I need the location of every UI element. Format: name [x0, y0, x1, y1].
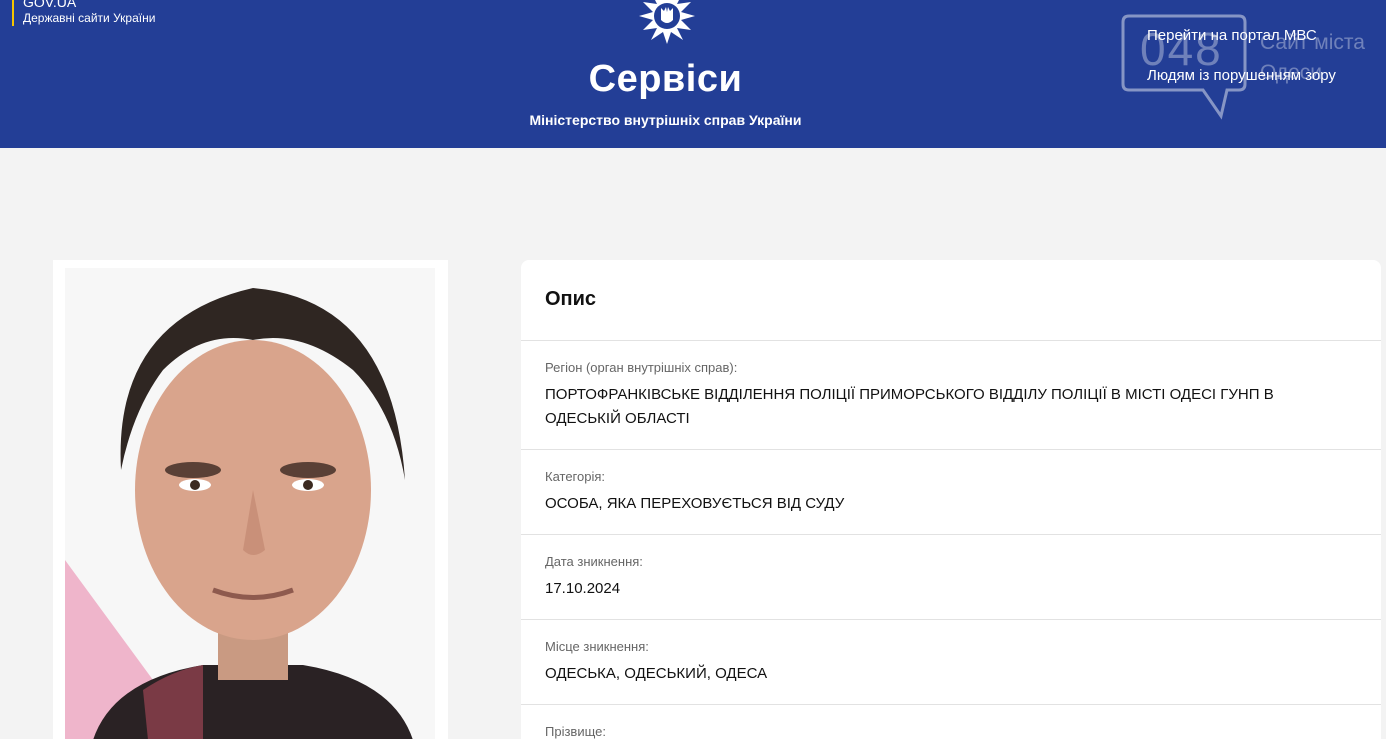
gov-ua-subtitle[interactable]: Державні сайти України [23, 10, 155, 26]
field-region: Регіон (орган внутрішніх справ): ПОРТОФР… [521, 341, 1381, 450]
gov-ua-title[interactable]: GOV.UA [23, 0, 155, 10]
person-photo [53, 260, 448, 739]
field-label: Категорія: [545, 469, 606, 484]
field-disappearance-date: Дата зникнення: 17.10.2024 [521, 535, 1381, 620]
field-label: Місце зникнення: [545, 639, 649, 654]
field-value: ПОРТОФРАНКІВСЬКЕ ВІДДІЛЕННЯ ПОЛІЦІЇ ПРИМ… [545, 386, 1274, 427]
site-header: GOV.UA Державні сайти України Сервіси Мі… [0, 0, 1386, 148]
field-value: ОДЕСЬКА, ОДЕСЬКИЙ, ОДЕСА [545, 665, 768, 682]
accessibility-link[interactable]: Людям із порушенням зору [1147, 67, 1336, 84]
field-category: Категорія: ОСОБА, ЯКА ПЕРЕХОВУЄТЬСЯ ВІД … [521, 450, 1381, 535]
police-emblem-icon[interactable] [631, 0, 703, 50]
field-label: Регіон (орган внутрішніх справ): [545, 360, 738, 375]
field-label: Дата зникнення: [545, 554, 643, 569]
site-subtitle: Міністерство внутрішніх справ України [529, 112, 802, 128]
field-disappearance-place: Місце зникнення: ОДЕСЬКА, ОДЕСЬКИЙ, ОДЕС… [521, 620, 1381, 705]
gov-ua-link[interactable]: GOV.UA Державні сайти України [12, 0, 155, 26]
site-title[interactable]: Сервіси [0, 58, 1331, 101]
description-title: Опис [521, 260, 1381, 341]
field-surname: Прізвище: [521, 705, 1381, 739]
person-photo-image [53, 260, 448, 739]
description-card: Опис Регіон (орган внутрішніх справ): ПО… [521, 260, 1381, 739]
field-value: 17.10.2024 [545, 580, 621, 597]
field-value: ОСОБА, ЯКА ПЕРЕХОВУЄТЬСЯ ВІД СУДУ [545, 495, 845, 512]
field-label: Прізвище: [545, 724, 606, 739]
mvs-portal-link[interactable]: Перейти на портал МВС [1147, 27, 1317, 44]
